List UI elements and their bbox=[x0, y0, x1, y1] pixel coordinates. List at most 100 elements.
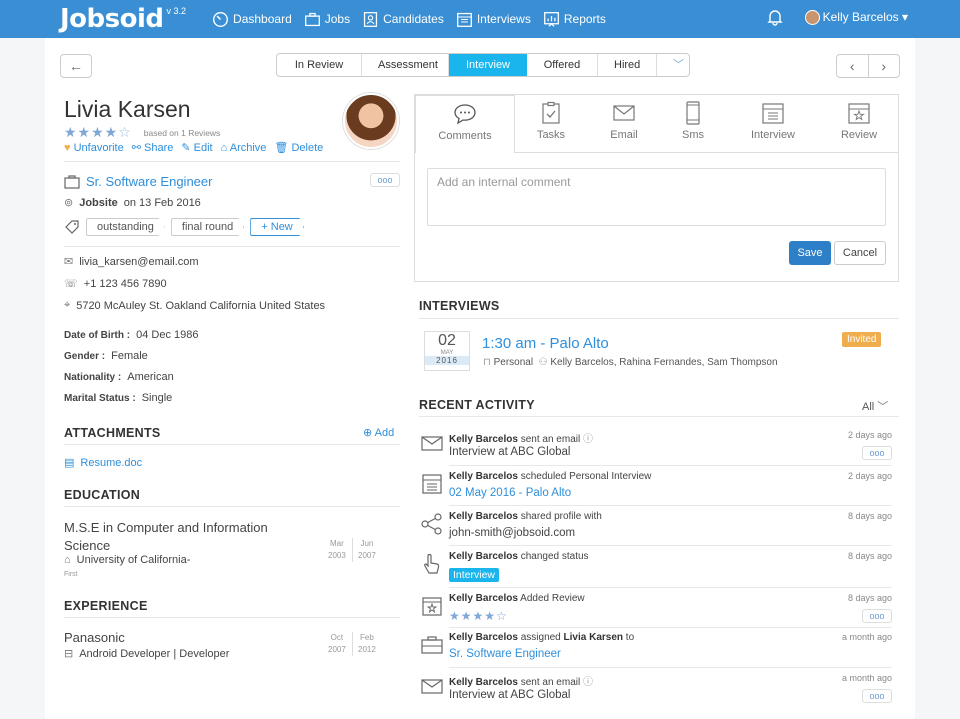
interview-status-badge: Invited bbox=[842, 332, 882, 347]
activity-user[interactable]: Kelly Barcelos bbox=[449, 551, 518, 562]
tab-comments[interactable]: Comments bbox=[415, 95, 515, 153]
school-name: University of California- bbox=[76, 554, 191, 566]
activity-title: Kelly Barcelos shared profile with bbox=[449, 511, 602, 522]
dob-value: 04 Dec 1986 bbox=[136, 329, 199, 341]
activity-heading: RECENT ACTIVITY bbox=[419, 398, 535, 412]
activity-user[interactable]: Kelly Barcelos bbox=[449, 434, 518, 445]
nav-jobs[interactable]: Jobs bbox=[304, 11, 350, 28]
activity-more-button[interactable]: ooo bbox=[862, 609, 892, 623]
activity-candidate[interactable]: Livia Karsen bbox=[564, 632, 623, 643]
activity-action-suffix: to bbox=[625, 632, 635, 643]
company-name: Panasonic bbox=[64, 630, 125, 645]
interview-date-badge: 02 MAY 2016 bbox=[424, 331, 470, 371]
doc-file-icon: ▤ bbox=[64, 457, 75, 469]
back-button[interactable]: ← bbox=[60, 54, 92, 78]
interview-year: 2016 bbox=[425, 356, 469, 365]
education-heading: EDUCATION bbox=[64, 488, 141, 502]
add-attachment-button[interactable]: ⊕ Add bbox=[363, 426, 394, 439]
tags-row: outstanding final round + New bbox=[64, 218, 304, 236]
school-name-cont: First bbox=[64, 571, 78, 578]
job-link[interactable]: Sr. Software Engineer bbox=[86, 174, 212, 189]
mobile-phone-icon bbox=[686, 101, 700, 125]
stage-more-chevron-icon[interactable]: ﹀ bbox=[657, 54, 689, 76]
stage-assessment[interactable]: Assessment bbox=[362, 54, 448, 76]
activity-action: sent an email bbox=[520, 434, 581, 445]
stage-hired[interactable]: Hired bbox=[598, 54, 656, 76]
nav-candidates[interactable]: Candidates bbox=[362, 11, 444, 28]
envelope-icon: ✉ bbox=[64, 256, 74, 268]
save-button[interactable]: Save bbox=[789, 241, 831, 265]
envelope-icon bbox=[421, 679, 443, 694]
share-button[interactable]: ⚯ Share bbox=[132, 141, 174, 154]
comment-bubble-icon bbox=[454, 104, 476, 125]
activity-user[interactable]: Kelly Barcelos bbox=[449, 632, 518, 643]
activity-user[interactable]: Kelly Barcelos bbox=[449, 593, 518, 604]
tab-interview[interactable]: Interview bbox=[737, 95, 809, 141]
interview-title-link[interactable]: 1:30 am - Palo Alto bbox=[482, 335, 609, 352]
pencil-icon: ✎ bbox=[181, 142, 191, 154]
job-more-button[interactable]: ooo bbox=[370, 173, 400, 187]
clipboard-check-icon bbox=[542, 101, 560, 124]
archive-button[interactable]: ⌂ Archive bbox=[221, 142, 267, 154]
activity-time: 2 days ago bbox=[847, 471, 892, 481]
activity-user[interactable]: Kelly Barcelos bbox=[449, 471, 518, 482]
bell-icon[interactable] bbox=[766, 9, 783, 26]
next-candidate-button[interactable]: › bbox=[869, 55, 900, 77]
candidate-phone[interactable]: +1 123 456 7890 bbox=[84, 278, 167, 290]
nav-reports[interactable]: Reports bbox=[543, 11, 606, 28]
marital-row: Marital Status : Single bbox=[64, 392, 172, 404]
candidates-icon bbox=[364, 11, 378, 27]
rating-stars[interactable]: ★★★★☆ bbox=[64, 124, 132, 141]
tab-email[interactable]: Email bbox=[588, 95, 660, 141]
info-icon[interactable]: ⓘ bbox=[583, 434, 593, 445]
attachment-file[interactable]: ▤ Resume.doc bbox=[64, 456, 142, 470]
nav-dashboard[interactable]: Dashboard bbox=[212, 11, 292, 28]
app-logo[interactable]: Jobsoid bbox=[60, 4, 164, 34]
add-tag-button[interactable]: + New bbox=[250, 218, 304, 236]
prev-candidate-button[interactable]: ‹ bbox=[837, 55, 869, 77]
arrow-left-icon: ← bbox=[69, 58, 83, 74]
tag-chip[interactable]: outstanding bbox=[86, 218, 165, 236]
activity-time: 2 days ago bbox=[847, 430, 892, 440]
delete-button[interactable]: 🗑 Delete bbox=[274, 141, 323, 154]
share-icon: ⚯ bbox=[131, 142, 141, 154]
tab-review-label: Review bbox=[840, 129, 878, 141]
dashboard-icon bbox=[213, 11, 229, 27]
stage-offered[interactable]: Offered bbox=[527, 54, 597, 76]
archive-icon: ⌂ bbox=[220, 141, 228, 154]
tab-sms[interactable]: Sms bbox=[657, 95, 729, 141]
activity-user[interactable]: Kelly Barcelos bbox=[449, 511, 518, 522]
tab-comments-label: Comments bbox=[438, 130, 492, 142]
info-icon[interactable]: ⓘ bbox=[583, 677, 593, 688]
tab-tasks[interactable]: Tasks bbox=[515, 95, 587, 141]
calendar-icon bbox=[456, 12, 472, 27]
activity-filter-dropdown[interactable]: All ﹀ bbox=[862, 398, 888, 414]
attachment-name[interactable]: Resume.doc bbox=[80, 457, 142, 469]
main-nav: Dashboard Jobs Candidates Interviews Rep… bbox=[212, 11, 606, 28]
activity-detail-link[interactable]: 02 May 2016 - Palo Alto bbox=[449, 487, 571, 499]
unfavorite-button[interactable]: ♥ Unfavorite bbox=[64, 142, 124, 154]
topbar-right: Kelly Barcelos ▾ bbox=[766, 9, 908, 26]
activity-more-button[interactable]: ooo bbox=[862, 446, 892, 460]
comment-input[interactable]: Add an internal comment bbox=[427, 168, 886, 226]
tag-chip[interactable]: final round bbox=[170, 218, 245, 236]
tab-review[interactable]: Review bbox=[823, 95, 895, 141]
activity-time: 8 days ago bbox=[847, 511, 892, 521]
activity-more-button[interactable]: ooo bbox=[862, 689, 892, 703]
stage-interview[interactable]: Interview bbox=[449, 54, 527, 76]
user-menu[interactable]: Kelly Barcelos ▾ bbox=[804, 9, 908, 26]
candidate-email[interactable]: livia_karsen@email.com bbox=[79, 256, 198, 268]
activity-action: scheduled Personal Interview bbox=[520, 471, 652, 482]
activity-item: Kelly Barcelos Added Review ★★★★☆ 8 days… bbox=[420, 593, 892, 627]
degree-line-1: M.S.E in Computer and Information bbox=[64, 520, 268, 535]
cancel-button[interactable]: Cancel bbox=[834, 241, 886, 265]
activity-user[interactable]: Kelly Barcelos bbox=[449, 677, 518, 688]
nav-interviews[interactable]: Interviews bbox=[456, 11, 531, 28]
source-icon: ⊚ bbox=[64, 197, 74, 209]
stage-in-review[interactable]: In Review bbox=[277, 54, 361, 76]
edit-button[interactable]: ✎ Edit bbox=[181, 141, 212, 154]
activity-detail-link[interactable]: Sr. Software Engineer bbox=[449, 648, 561, 660]
stage-pipeline: In Review Assessment Interview Offered H… bbox=[276, 53, 690, 77]
user-name: Kelly Barcelos bbox=[822, 9, 899, 24]
activity-detail: Interview at ABC Global bbox=[449, 689, 571, 701]
